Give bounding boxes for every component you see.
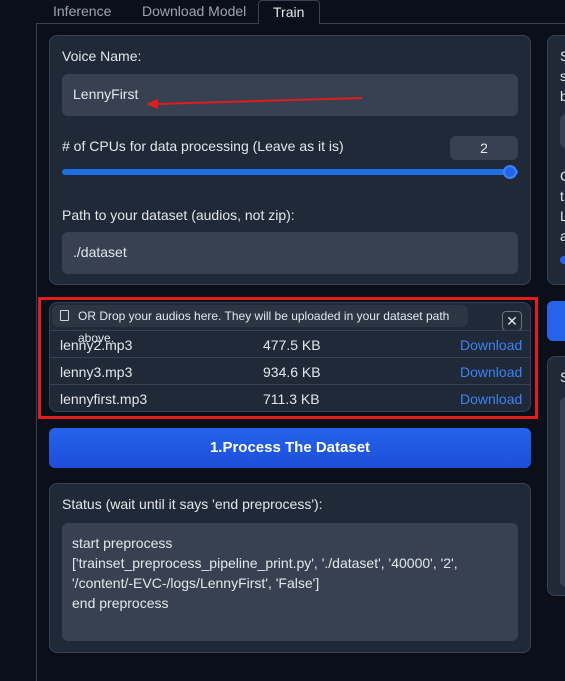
tab-train[interactable]: Train [258, 0, 320, 24]
status-output[interactable]: start preprocess ['trainset_preprocess_p… [62, 523, 518, 641]
annotation-arrow [146, 97, 363, 109]
status-label: Status (wait until it says 'end preproce… [62, 496, 323, 512]
content-border [36, 24, 37, 681]
dataset-path-value: ./dataset [73, 244, 127, 260]
right-output[interactable] [560, 397, 565, 587]
cpus-slider[interactable] [62, 169, 518, 175]
tab-bar: Inference Download Model Train [0, 0, 565, 24]
right-text-fragment: S [560, 369, 565, 385]
right-text-fragment: s [560, 68, 565, 84]
close-icon: ✕ [506, 313, 518, 329]
tab-download-model[interactable]: Download Model [142, 0, 246, 24]
voice-name-label: Voice Name: [62, 48, 142, 64]
right-text-fragment: C [560, 168, 565, 184]
status-text: start preprocess ['trainset_preprocess_p… [72, 535, 458, 611]
cpus-label: # of CPUs for data processing (Leave as … [62, 138, 344, 154]
voice-name-value: LennyFirst [73, 86, 139, 102]
status-panel: Status (wait until it says 'end preproce… [49, 483, 531, 653]
file-size: 477.5 KB [263, 337, 321, 353]
tab-divider [36, 23, 258, 24]
cpus-number-input[interactable]: 2 [450, 136, 518, 160]
right-lower-panel: S [547, 356, 565, 596]
right-text-fragment: L [560, 208, 565, 224]
dataset-path-input[interactable]: ./dataset [62, 232, 518, 274]
download-link[interactable]: Download [460, 391, 522, 407]
settings-panel: Voice Name: LennyFirst # of CPUs for dat… [49, 35, 531, 285]
clear-files-button[interactable]: ✕ [502, 311, 522, 331]
dataset-path-label: Path to your dataset (audios, not zip): [62, 207, 295, 223]
file-name: lennyfirst.mp3 [60, 391, 148, 407]
right-settings-panel: S s b C t L a [547, 35, 565, 285]
file-name: lenny2.mp3 [60, 337, 133, 353]
file-size: 934.6 KB [263, 364, 321, 380]
download-link[interactable]: Download [460, 337, 522, 353]
right-text-fragment: b [560, 88, 565, 104]
cpus-slider-thumb[interactable] [503, 165, 517, 179]
right-text-fragment: a [560, 228, 565, 244]
tab-inference[interactable]: Inference [53, 0, 111, 24]
right-slider-thumb[interactable] [560, 256, 565, 264]
process-dataset-button[interactable]: 1.Process The Dataset [49, 428, 531, 468]
file-row: lenny3.mp3 934.6 KB Download [50, 357, 530, 384]
upload-hint: OR Drop your audios here. They will be u… [52, 305, 468, 345]
file-row: lenny2.mp3 477.5 KB Download [50, 330, 530, 357]
right-text-fragment: t [560, 188, 564, 204]
cpus-value: 2 [480, 140, 488, 156]
file-row: lennyfirst.mp3 711.3 KB Download [50, 384, 530, 411]
right-input[interactable] [560, 114, 565, 148]
file-name: lenny3.mp3 [60, 364, 133, 380]
file-size: 711.3 KB [263, 391, 320, 407]
download-link[interactable]: Download [460, 364, 522, 380]
right-text-fragment: S [560, 48, 565, 64]
file-upload-panel[interactable]: OR Drop your audios here. They will be u… [49, 302, 531, 412]
tab-divider [320, 23, 565, 24]
right-primary-button[interactable] [547, 301, 565, 341]
file-icon [60, 310, 69, 321]
